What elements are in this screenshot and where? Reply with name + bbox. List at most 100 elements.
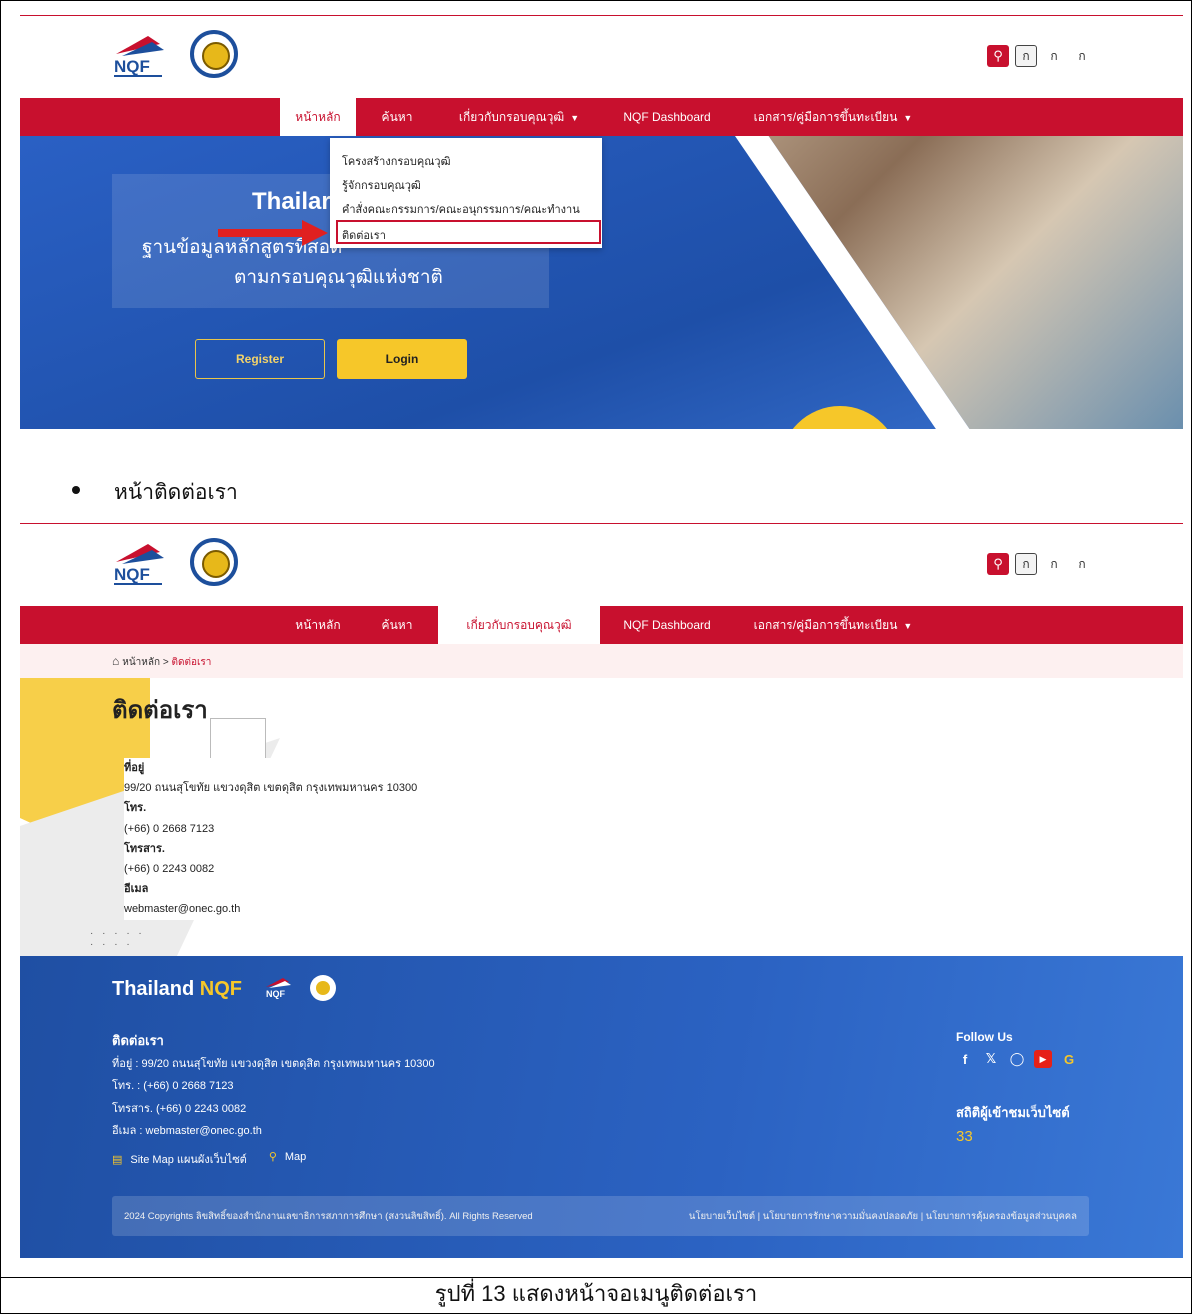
- sitemap-link[interactable]: ▤ Site Map แผนผังเว็บไซต์: [112, 1150, 247, 1168]
- tel-label: โทร.: [124, 802, 147, 815]
- nav-about[interactable]: เกี่ยวกับกรอบคุณวุฒิ: [438, 606, 600, 644]
- home-icon[interactable]: ⌂: [112, 654, 119, 668]
- hero-decoration: [780, 406, 900, 429]
- caret-down-icon: ▼: [570, 113, 580, 123]
- youtube-icon[interactable]: ▶: [1034, 1050, 1052, 1068]
- onec-seal-logo: [190, 30, 238, 78]
- svg-text:NQF: NQF: [114, 57, 150, 76]
- fax-value: (+66) 0 2243 0082: [124, 863, 215, 876]
- breadcrumb-current: ติดต่อเรา: [171, 657, 212, 668]
- fax-label: โทรสาร.: [124, 842, 165, 855]
- google-icon[interactable]: G: [1060, 1050, 1078, 1068]
- map-label: Map: [284, 1151, 307, 1163]
- footer-contact-heading: ติดต่อเรา: [112, 1033, 164, 1048]
- caret-down-icon: ▼: [903, 113, 913, 123]
- screenshot-menu: NQF ⚲ ก ก ก หน้าหลัก ค้นหา เกี่ยวกับกรอบ…: [20, 15, 1183, 429]
- header-tools: ⚲ ก ก ก: [987, 45, 1093, 67]
- main-nav: หน้าหลัก ค้นหา เกี่ยวกับกรอบคุณวุฒิ NQF …: [20, 606, 1183, 644]
- nav-about[interactable]: เกี่ยวกับกรอบคุณวุฒิ ▼: [438, 98, 600, 136]
- email-label: อีเมล: [124, 883, 149, 896]
- nav-home[interactable]: หน้าหลัก: [280, 98, 356, 136]
- font-size-small[interactable]: ก: [1015, 553, 1037, 575]
- menu-item-know-nqf[interactable]: รู้จักกรอบคุณวุฒิ: [342, 176, 421, 194]
- login-button[interactable]: Login: [337, 339, 467, 379]
- policy-links[interactable]: นโยบายเว็บไซต์ | นโยบายการรักษาความมั่นค…: [689, 1209, 1077, 1224]
- map-pin-icon: ⚲: [268, 1151, 277, 1163]
- site-header: NQF ⚲ ก ก ก: [20, 524, 1183, 604]
- breadcrumb-separator: >: [162, 657, 169, 668]
- footer-brand-nqf: NQF: [199, 978, 243, 1000]
- search-icon[interactable]: ⚲: [987, 45, 1009, 67]
- svg-text:NQF: NQF: [266, 989, 286, 999]
- header-tools: ⚲ ก ก ก: [987, 553, 1093, 575]
- instagram-icon[interactable]: ◯: [1008, 1050, 1026, 1068]
- footer-links: ▤ Site Map แผนผังเว็บไซต์ ⚲ Map: [112, 1150, 306, 1168]
- map-link[interactable]: ⚲ Map: [269, 1150, 306, 1168]
- footer-address: ที่อยู่ : 99/20 ถนนสุโขทัย แขวงดุสิต เขต…: [112, 1058, 435, 1070]
- hero-photo: [768, 136, 1183, 429]
- sitemap-label: Site Map แผนผังเว็บไซต์: [130, 1154, 247, 1166]
- x-icon[interactable]: 𝕏: [982, 1050, 1000, 1068]
- nav-search[interactable]: ค้นหา: [372, 98, 422, 136]
- nav-docs-label: เอกสาร/คู่มือการขึ้นทะเบียน: [753, 110, 898, 124]
- nqf-logo: NQF: [114, 544, 164, 585]
- nqf-logo: NQF: [266, 978, 291, 999]
- red-arrow-icon: [218, 220, 328, 246]
- menu-item-orders[interactable]: คำสั่งคณะกรรมการ/คณะอนุกรรมการ/คณะทำงาน: [342, 200, 580, 218]
- font-size-medium[interactable]: ก: [1043, 553, 1065, 575]
- copyright-text: 2024 Copyrights ลิขสิทธิ์ของสำนักงานเลขา…: [124, 1211, 533, 1222]
- nqf-logo: NQF: [114, 36, 164, 77]
- nav-dashboard[interactable]: NQF Dashboard: [612, 98, 722, 136]
- figure-caption: รูปที่ 13 แสดงหน้าจอเมนูติดต่อเรา: [0, 1278, 1192, 1314]
- visitor-count: 33: [956, 1128, 973, 1145]
- font-size-large[interactable]: ก: [1071, 45, 1093, 67]
- page-title: ติดต่อเรา: [112, 697, 208, 724]
- breadcrumb: ⌂ หน้าหลัก > ติดต่อเรา: [20, 644, 1183, 678]
- menu-item-structure[interactable]: โครงสร้างกรอบคุณวุฒิ: [342, 152, 451, 170]
- svg-text:NQF: NQF: [114, 565, 150, 584]
- social-icons: f 𝕏 ◯ ▶ G: [956, 1050, 1078, 1068]
- nav-docs-label: เอกสาร/คู่มือการขึ้นทะเบียน: [753, 618, 898, 632]
- onec-seal-logo: [190, 538, 238, 586]
- onec-seal-logo: [310, 975, 336, 1001]
- hero-title: Thailar: [252, 188, 331, 215]
- nav-home[interactable]: หน้าหลัก: [280, 606, 356, 644]
- breadcrumb-home[interactable]: หน้าหลัก: [122, 657, 160, 668]
- nav-docs[interactable]: เอกสาร/คู่มือการขึ้นทะเบียน ▼: [738, 606, 928, 644]
- nav-about-label: เกี่ยวกับกรอบคุณวุฒิ: [458, 110, 565, 124]
- nav-docs[interactable]: เอกสาร/คู่มือการขึ้นทะเบียน ▼: [738, 98, 928, 136]
- font-size-small[interactable]: ก: [1015, 45, 1037, 67]
- copyright-bar: 2024 Copyrights ลิขสิทธิ์ของสำนักงานเลขา…: [112, 1196, 1089, 1236]
- dots-decoration: · · · · · · · · ·: [90, 928, 145, 950]
- sitemap-icon: ▤: [112, 1154, 123, 1166]
- facebook-icon[interactable]: f: [956, 1050, 974, 1068]
- visitor-stats-heading: สถิติผู้เข้าชมเว็บไซต์: [956, 1105, 1070, 1120]
- bullet-text: หน้าติดต่อเรา: [114, 481, 238, 504]
- site-header: NQF ⚲ ก ก ก: [20, 16, 1183, 96]
- footer-email: อีเมล : webmaster@onec.go.th: [112, 1125, 262, 1137]
- about-dropdown-menu: โครงสร้างกรอบคุณวุฒิ รู้จักกรอบคุณวุฒิ ค…: [330, 138, 602, 248]
- footer-fax: โทรสาร. (+66) 0 2243 0082: [112, 1103, 247, 1115]
- bullet-dot: [72, 486, 80, 495]
- nav-search[interactable]: ค้นหา: [372, 606, 422, 644]
- screenshot-contact-page: NQF ⚲ ก ก ก หน้าหลัก ค้นหา เกี่ยวกับกรอบ…: [20, 523, 1183, 1258]
- search-icon[interactable]: ⚲: [987, 553, 1009, 575]
- main-nav: หน้าหลัก ค้นหา เกี่ยวกับกรอบคุณวุฒิ ▼ NQF…: [20, 98, 1183, 136]
- nav-dashboard[interactable]: NQF Dashboard: [612, 606, 722, 644]
- follow-us-heading: Follow Us: [956, 1030, 1013, 1044]
- highlight-box: [336, 220, 601, 244]
- footer-brand: Thailand NQF: [112, 978, 242, 1001]
- footer-brand-thailand: Thailand: [112, 978, 200, 1000]
- site-footer: Thailand NQF NQF ติดต่อเรา ที่อยู่ : 99/…: [20, 956, 1183, 1258]
- contact-info: ที่อยู่ 99/20 ถนนสุโขทัย แขวงดุสิต เขตดุ…: [124, 758, 484, 920]
- bullet-heading: หน้าติดต่อเรา: [72, 476, 238, 509]
- address-value: 99/20 ถนนสุโขทัย แขวงดุสิต เขตดุสิต กรุง…: [124, 782, 418, 795]
- email-value[interactable]: webmaster@onec.go.th: [124, 899, 484, 919]
- footer-tel: โทร. : (+66) 0 2668 7123: [112, 1080, 234, 1092]
- tel-value: (+66) 0 2668 7123: [124, 822, 215, 835]
- caret-down-icon: ▼: [903, 621, 913, 631]
- register-button[interactable]: Register: [195, 339, 325, 379]
- font-size-medium[interactable]: ก: [1043, 45, 1065, 67]
- address-label: ที่อยู่: [124, 762, 145, 774]
- font-size-large[interactable]: ก: [1071, 553, 1093, 575]
